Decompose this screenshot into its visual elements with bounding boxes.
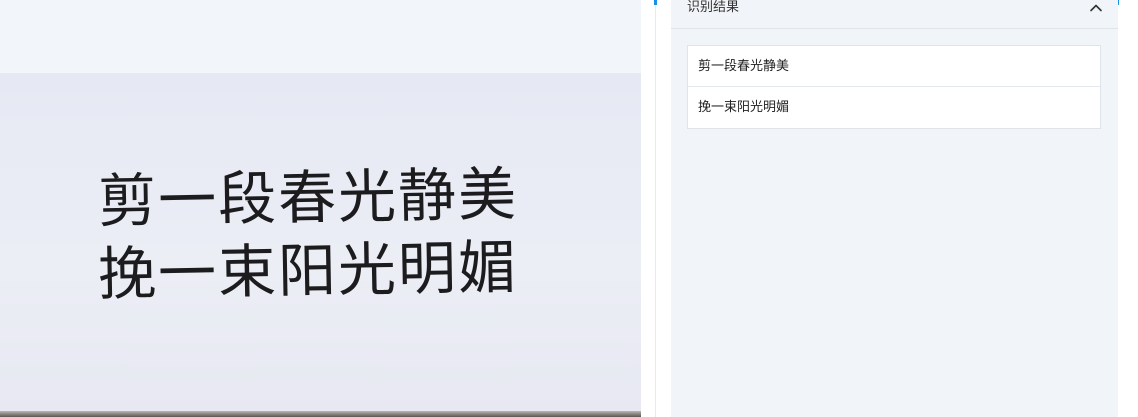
- collapse-button[interactable]: [1088, 0, 1104, 16]
- divider-marker-left: [654, 0, 657, 5]
- image-preview-area: 剪一段春光静美 挽一束阳光明媚: [0, 0, 641, 417]
- ocr-app: 剪一段春光静美 挽一束阳光明媚 识别结果 剪一段春光静美 挽一束阳光明媚: [0, 0, 1138, 417]
- handwritten-line-1: 剪一段春光静美: [98, 160, 519, 235]
- chevron-up-icon: [1090, 4, 1102, 12]
- result-line-1[interactable]: 剪一段春光静美: [688, 46, 1100, 87]
- results-list: 剪一段春光静美 挽一束阳光明媚: [687, 45, 1101, 129]
- uploaded-photo: 剪一段春光静美 挽一束阳光明媚: [0, 73, 641, 417]
- results-panel: 识别结果 剪一段春光静美 挽一束阳光明媚: [671, 0, 1118, 417]
- panel-divider[interactable]: [655, 0, 656, 417]
- handwriting-image: 剪一段春光静美 挽一束阳光明媚: [97, 160, 519, 308]
- handwritten-line-2: 挽一束阳光明媚: [97, 233, 518, 308]
- results-panel-title: 识别结果: [687, 0, 740, 15]
- photo-table-edge: [0, 411, 641, 417]
- results-panel-header[interactable]: 识别结果: [671, 0, 1118, 29]
- result-line-2[interactable]: 挽一束阳光明媚: [688, 87, 1100, 128]
